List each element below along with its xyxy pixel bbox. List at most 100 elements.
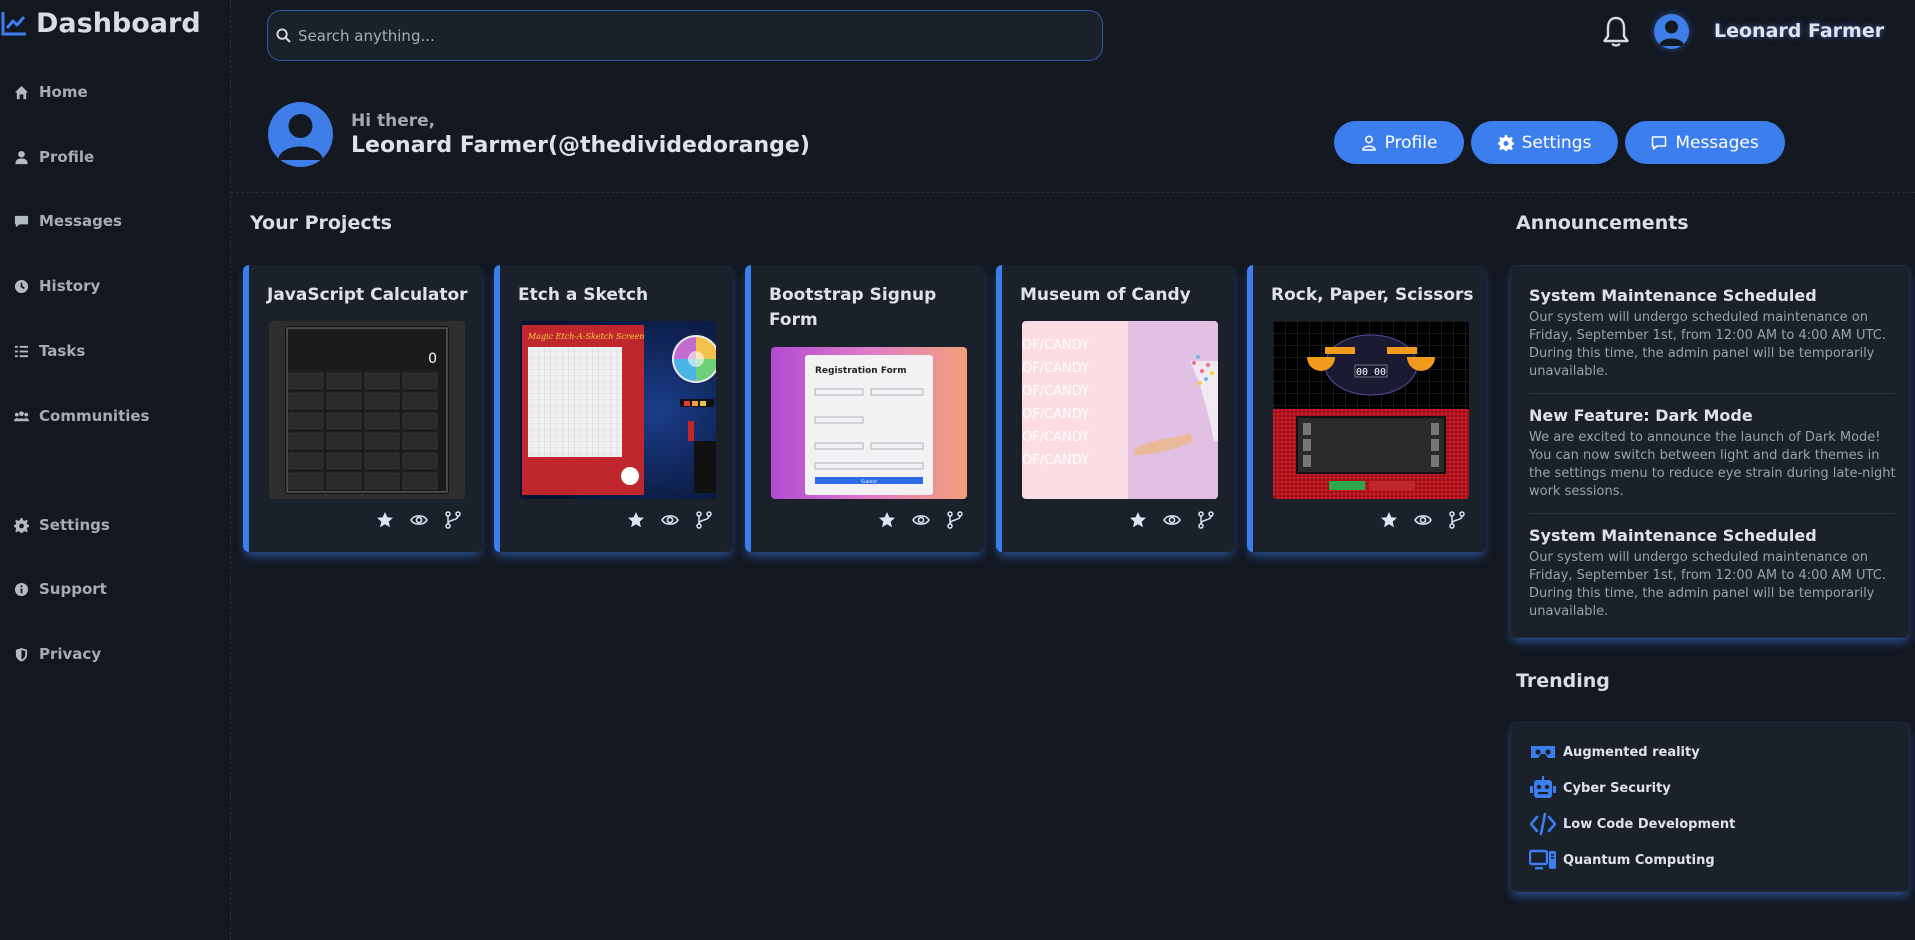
project-title: Etch a Sketch (518, 285, 649, 305)
sidebar-item-communities[interactable]: Communities (14, 407, 150, 425)
settings-button[interactable]: Settings (1471, 121, 1618, 164)
star-icon[interactable] (627, 511, 645, 529)
rock-paper-scissors-thumbnail: 00 00 (1273, 321, 1469, 499)
project-card[interactable]: Bootstrap Signup Form Registration Form … (745, 265, 984, 552)
card-actions (627, 511, 713, 529)
thumb-caption: 00 00 (1356, 367, 1386, 378)
thumb-caption: OF/CANDY (1022, 361, 1089, 376)
brand[interactable]: Dashboard (0, 6, 201, 40)
message-icon (14, 215, 29, 227)
thumb-caption: OF/CANDY (1022, 338, 1089, 353)
signup-form-thumbnail: Registration Form Submit (771, 347, 967, 499)
sidebar-item-label: Home (39, 83, 88, 101)
code-icon (1529, 812, 1557, 836)
star-icon[interactable] (878, 511, 896, 529)
greeting: Hi there, (351, 111, 436, 131)
messages-button[interactable]: Messages (1625, 121, 1785, 164)
divider (231, 192, 1915, 193)
brand-title: Dashboard (36, 7, 201, 39)
profile-button[interactable]: Profile (1334, 121, 1464, 164)
project-thumbnail: Magic Etch-A-Sketch Screen (520, 321, 716, 499)
trending-item[interactable]: Cyber Security (1529, 776, 1671, 800)
announcement-item[interactable]: System Maintenance Scheduled Our system … (1529, 526, 1899, 621)
sidebar-item-tasks[interactable]: Tasks (14, 342, 85, 360)
divider (1529, 393, 1895, 394)
sidebar-item-label: Tasks (39, 342, 86, 360)
info-icon (14, 582, 29, 596)
announcements-title: Announcements (1516, 212, 1689, 234)
fork-icon[interactable] (946, 511, 964, 529)
settings-button-label: Settings (1521, 132, 1592, 153)
thumb-button: Submit (861, 479, 877, 485)
sidebar-item-label: Messages (39, 212, 122, 230)
sidebar-item-history[interactable]: History (14, 277, 100, 295)
vr-headset-icon (1531, 746, 1555, 758)
thumb-caption: OF/CANDY (1022, 384, 1089, 399)
divider (1529, 513, 1895, 514)
announcement-item[interactable]: System Maintenance Scheduled Our system … (1529, 286, 1899, 381)
project-card[interactable]: Museum of Candy OF/CANDY OF/CANDY OF/CAN… (996, 265, 1235, 552)
profile-avatar (268, 102, 333, 167)
trending-item-label: Augmented reality (1563, 744, 1700, 760)
fork-icon[interactable] (695, 511, 713, 529)
project-card[interactable]: Rock, Paper, Scissors 00 00 (1247, 265, 1486, 552)
sidebar-item-privacy[interactable]: Privacy (14, 645, 101, 663)
star-icon[interactable] (1380, 511, 1398, 529)
sidebar-item-profile[interactable]: Profile (14, 148, 94, 166)
sidebar-item-support[interactable]: Support (14, 580, 107, 598)
sidebar-item-messages[interactable]: Messages (14, 212, 122, 230)
user-icon (1361, 135, 1376, 151)
robot-icon (1530, 776, 1556, 798)
sidebar-item-settings[interactable]: Settings (14, 516, 110, 534)
announcement-body: Our system will undergo scheduled mainte… (1529, 550, 1886, 619)
shield-icon (15, 647, 28, 662)
search-bar[interactable] (267, 10, 1103, 61)
trending-item-label: Low Code Development (1563, 816, 1736, 832)
search-input[interactable] (298, 11, 1102, 60)
eye-icon[interactable] (661, 511, 679, 529)
sidebar-item-label: Communities (39, 407, 150, 425)
card-actions (878, 511, 964, 529)
messages-button-label: Messages (1675, 132, 1759, 153)
computer-icon (1529, 849, 1556, 870)
trending-item-label: Quantum Computing (1563, 852, 1715, 868)
project-card[interactable]: Etch a Sketch Magic Etch-A-Sketch Screen (494, 265, 733, 552)
eye-icon[interactable] (912, 511, 930, 529)
calculator-thumbnail: 0 (269, 321, 465, 499)
thumb-caption: OF/CANDY (1022, 430, 1089, 445)
fork-icon[interactable] (444, 511, 462, 529)
svg-text:0: 0 (428, 351, 437, 367)
trending-item[interactable]: Quantum Computing (1529, 848, 1715, 872)
star-icon[interactable] (1129, 511, 1147, 529)
card-actions (376, 511, 462, 529)
home-icon (14, 85, 29, 99)
trending-title: Trending (1516, 670, 1610, 692)
users-icon (14, 410, 29, 421)
header-user-name[interactable]: Leonard Farmer (1714, 20, 1884, 42)
announcement-item[interactable]: New Feature: Dark Mode We are excited to… (1529, 406, 1899, 501)
user-icon (15, 150, 28, 164)
bell-icon[interactable] (1600, 15, 1632, 49)
thumb-caption: Registration Form (815, 366, 907, 376)
announcements-panel: System Maintenance Scheduled Our system … (1510, 265, 1910, 638)
project-card[interactable]: JavaScript Calculator 0 (243, 265, 482, 552)
sidebar-item-label: Settings (39, 516, 110, 534)
sidebar-item-label: Privacy (39, 645, 102, 663)
sidebar-item-home[interactable]: Home (14, 83, 88, 101)
eye-icon[interactable] (1163, 511, 1181, 529)
star-icon[interactable] (376, 511, 394, 529)
profile-button-label: Profile (1384, 132, 1438, 153)
sidebar-item-label: Support (39, 580, 107, 598)
eye-icon[interactable] (410, 511, 428, 529)
trending-item[interactable]: Augmented reality (1529, 740, 1700, 764)
fork-icon[interactable] (1448, 511, 1466, 529)
announcement-body: We are excited to announce the launch of… (1529, 430, 1896, 499)
trending-item[interactable]: Low Code Development (1529, 812, 1735, 836)
clock-icon (14, 279, 29, 293)
eye-icon[interactable] (1414, 511, 1432, 529)
avatar[interactable] (1654, 14, 1689, 49)
fork-icon[interactable] (1197, 511, 1215, 529)
project-thumbnail: 00 00 (1273, 321, 1469, 499)
sidebar-item-label: Profile (39, 148, 95, 166)
sidebar: Dashboard Home Profile Messages History … (0, 0, 231, 940)
